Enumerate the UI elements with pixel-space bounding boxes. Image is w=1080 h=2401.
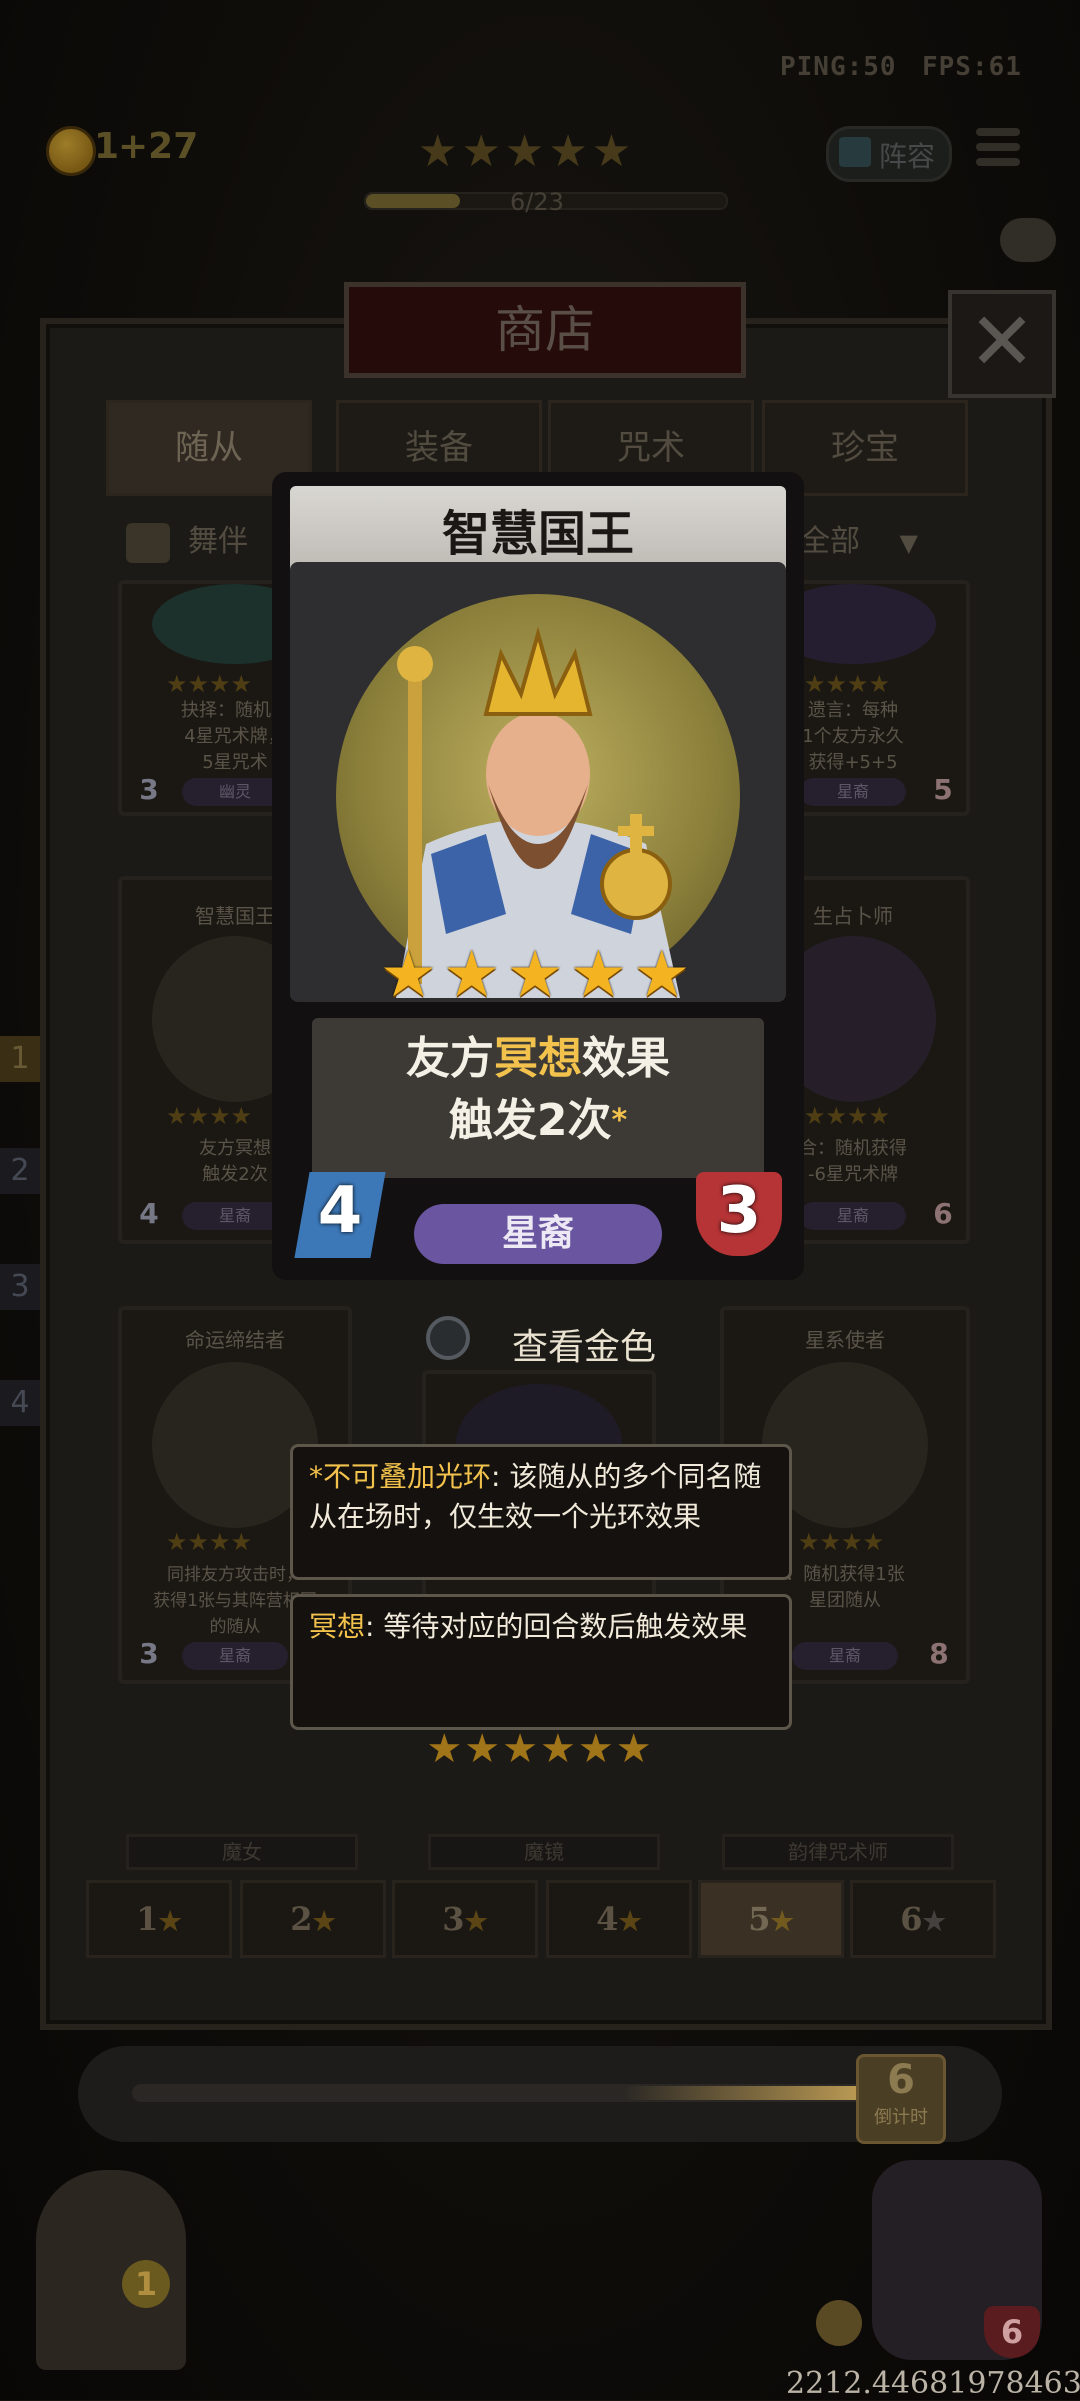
- featured-card: 智慧国王 ★★★★★ 友方冥想效果 触发2次* 星裔 4 3: [272, 472, 804, 1280]
- view-gold-label: 查看金色: [512, 1327, 657, 1368]
- desc-text: 友方: [406, 1033, 494, 1084]
- sword-icon[interactable]: [816, 2300, 862, 2346]
- footer-number: 2212.44681978463: [786, 2366, 1080, 2401]
- tooltip-keyword: *不可叠加光环: [309, 1460, 492, 1493]
- featured-health: 3: [716, 1174, 762, 1248]
- desc-mark: *: [611, 1103, 628, 1138]
- radio-icon: [426, 1316, 470, 1360]
- tier-stars: ★★★★★★: [426, 1726, 654, 1772]
- timer-box: 6 倒计时: [856, 2054, 946, 2144]
- featured-card-name: 智慧国王: [441, 506, 634, 562]
- desc-keyword: 冥想: [494, 1033, 582, 1084]
- timer-bar: [132, 2084, 922, 2102]
- featured-tribe: 星裔: [414, 1204, 662, 1264]
- featured-stars: ★★★★★: [379, 938, 697, 1012]
- tooltip-aura: *不可叠加光环: 该随从的多个同名随从在场时，仅生效一个光环效果: [290, 1444, 792, 1580]
- desc-text: 效果: [582, 1033, 670, 1084]
- view-gold-toggle[interactable]: 查看金色: [426, 1312, 666, 1368]
- tooltip-text: : 等待对应的回合数后触发效果: [365, 1610, 748, 1643]
- desc-text: 触发2次: [448, 1095, 612, 1146]
- timer-label: 倒计时: [874, 2107, 928, 2128]
- tooltip-keyword: 冥想: [309, 1610, 366, 1643]
- featured-attack: 4: [317, 1174, 363, 1248]
- deck-count: 1: [122, 2260, 170, 2308]
- featured-description: 友方冥想效果 触发2次*: [312, 1028, 764, 1152]
- timer-value: 6: [887, 2057, 915, 2103]
- tooltip-meditate: 冥想: 等待对应的回合数后触发效果: [290, 1594, 792, 1730]
